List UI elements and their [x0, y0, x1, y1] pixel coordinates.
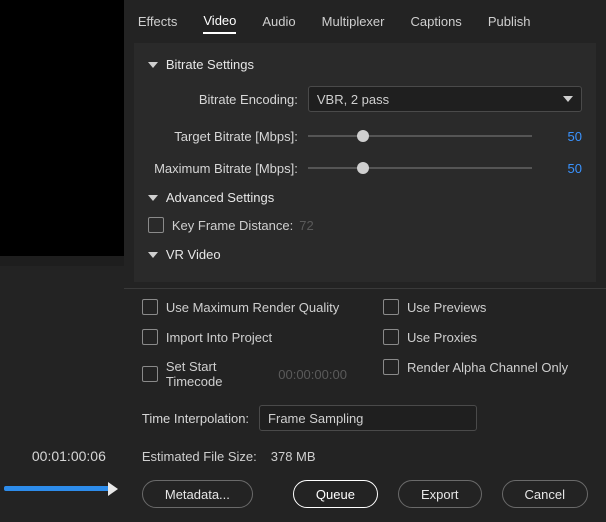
tab-captions[interactable]: Captions	[411, 10, 462, 33]
chevron-down-icon	[148, 62, 158, 68]
target-bitrate-label: Target Bitrate [Mbps]:	[148, 129, 308, 144]
section-advanced-settings[interactable]: Advanced Settings	[148, 190, 582, 205]
section-title: Advanced Settings	[166, 190, 274, 205]
estimated-size-value: 378 MB	[271, 449, 316, 464]
keyframe-distance-label: Key Frame Distance:	[172, 218, 293, 233]
left-panel	[0, 266, 124, 436]
section-vr-video[interactable]: VR Video	[148, 247, 582, 262]
target-bitrate-slider[interactable]	[308, 128, 532, 144]
timeline-scrubber[interactable]	[0, 476, 124, 522]
tab-effects[interactable]: Effects	[138, 10, 178, 33]
use-max-render-checkbox[interactable]	[142, 299, 158, 315]
max-bitrate-label: Maximum Bitrate [Mbps]:	[148, 161, 308, 176]
time-interpolation-value: Frame Sampling	[268, 411, 363, 426]
target-bitrate-value[interactable]: 50	[532, 129, 582, 144]
use-proxies-checkbox[interactable]	[383, 329, 399, 345]
bitrate-encoding-label: Bitrate Encoding:	[148, 92, 308, 107]
cancel-button[interactable]: Cancel	[502, 480, 588, 508]
playhead-icon	[108, 482, 118, 496]
set-start-tc-label: Set Start Timecode	[166, 359, 270, 389]
use-proxies-label: Use Proxies	[407, 330, 477, 345]
max-bitrate-value[interactable]: 50	[532, 161, 582, 176]
metadata-button[interactable]: Metadata...	[142, 480, 253, 508]
bitrate-encoding-select[interactable]: VBR, 2 pass	[308, 86, 582, 112]
import-project-checkbox[interactable]	[142, 329, 158, 345]
export-tabs: Effects Video Audio Multiplexer Captions…	[124, 0, 606, 37]
section-bitrate-settings[interactable]: Bitrate Settings	[148, 57, 582, 72]
tab-multiplexer[interactable]: Multiplexer	[322, 10, 385, 33]
bitrate-encoding-value: VBR, 2 pass	[317, 92, 389, 107]
keyframe-distance-checkbox[interactable]	[148, 217, 164, 233]
queue-button[interactable]: Queue	[293, 480, 378, 508]
start-timecode-value[interactable]: 00:00:00:00	[278, 367, 347, 382]
keyframe-distance-value[interactable]: 72	[299, 218, 313, 233]
estimated-size-label: Estimated File Size:	[142, 449, 257, 464]
timecode-display: 00:01:00:06	[32, 448, 106, 464]
use-previews-label: Use Previews	[407, 300, 486, 315]
tab-publish[interactable]: Publish	[488, 10, 531, 33]
preview-viewport	[0, 0, 124, 256]
time-interpolation-label: Time Interpolation:	[142, 411, 249, 426]
export-button[interactable]: Export	[398, 480, 482, 508]
render-alpha-checkbox[interactable]	[383, 359, 399, 375]
render-alpha-label: Render Alpha Channel Only	[407, 360, 568, 375]
chevron-down-icon	[563, 96, 573, 102]
set-start-tc-checkbox[interactable]	[142, 366, 158, 382]
time-interpolation-select[interactable]: Frame Sampling	[259, 405, 477, 431]
use-previews-checkbox[interactable]	[383, 299, 399, 315]
section-title: Bitrate Settings	[166, 57, 254, 72]
tab-video[interactable]: Video	[203, 9, 236, 34]
max-bitrate-slider[interactable]	[308, 160, 532, 176]
import-project-label: Import Into Project	[166, 330, 272, 345]
tab-audio[interactable]: Audio	[262, 10, 295, 33]
use-max-render-label: Use Maximum Render Quality	[166, 300, 339, 315]
section-title: VR Video	[166, 247, 221, 262]
chevron-down-icon	[148, 195, 158, 201]
chevron-down-icon	[148, 252, 158, 258]
